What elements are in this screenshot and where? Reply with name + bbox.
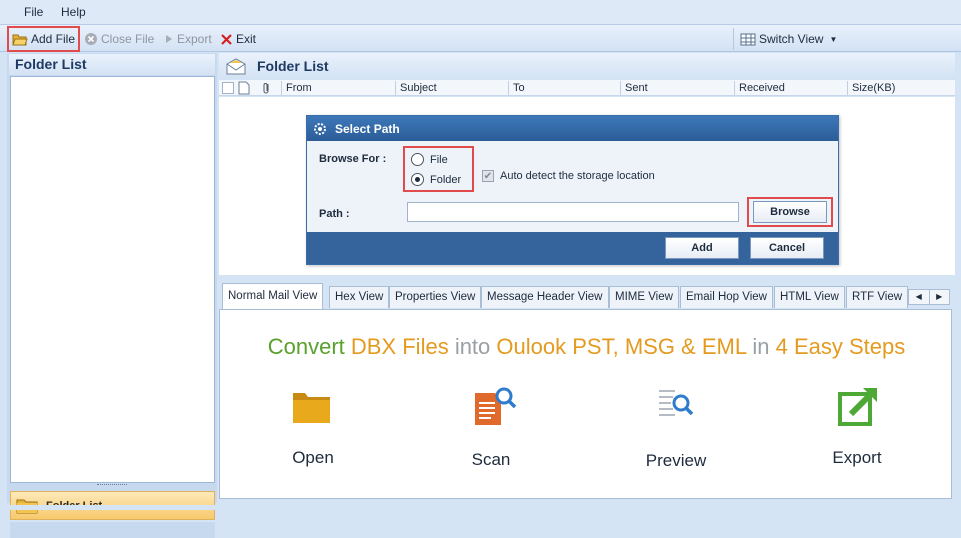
normal-mail-view-content: Convert DBX Files into Oulook PST, MSG &… — [219, 309, 952, 499]
browse-for-options: File Folder — [403, 146, 474, 192]
tab-email-hop-view[interactable]: Email Hop View — [680, 286, 773, 308]
step-open-label: Open — [292, 448, 334, 467]
dialog-title-bar: Select Path — [307, 116, 838, 141]
promo-convert: Convert — [267, 334, 345, 359]
tab-rtf-view[interactable]: RTF View — [846, 286, 909, 308]
splitter-grip[interactable] — [97, 484, 127, 487]
message-list-header: From Subject To Sent Received Size(KB) — [219, 80, 955, 96]
radio-folder[interactable]: Folder — [411, 173, 461, 186]
export-button[interactable]: Export — [164, 29, 212, 49]
view-tab-strip: Normal Mail View Hex View Properties Vie… — [219, 282, 955, 309]
cancel-button[interactable]: Cancel — [750, 237, 824, 259]
menu-bar: File Help — [0, 0, 961, 24]
checkmark-icon[interactable]: ✔ — [482, 170, 494, 182]
export-step-icon — [838, 387, 878, 426]
left-panel-title: Folder List — [9, 54, 215, 75]
menu-file[interactable]: File — [24, 5, 43, 19]
toolbar-divider — [733, 28, 734, 50]
tab-scroll-right-icon[interactable]: ▶ — [928, 290, 950, 304]
auto-detect-checkbox[interactable]: ✔ Auto detect the storage location — [482, 170, 655, 182]
play-icon — [166, 35, 172, 43]
promo-formats: Oulook PST, MSG & EML — [496, 334, 747, 359]
auto-detect-label: Auto detect the storage location — [500, 170, 655, 182]
select-path-dialog: Select Path Browse For : File Folder ✔ A… — [306, 115, 839, 265]
select-all-checkbox[interactable] — [222, 82, 234, 94]
settings-icon — [314, 122, 326, 135]
left-folder-panel: Folder List Folder List — [7, 53, 217, 538]
tab-hex-view[interactable]: Hex View — [329, 286, 390, 308]
right-main-panel: Folder List From Subject To Sent Receive… — [219, 53, 955, 503]
attachment-icon — [263, 83, 269, 94]
browse-button-highlight: Browse — [747, 197, 833, 227]
exit-button[interactable]: Exit — [220, 29, 256, 49]
status-bar — [0, 505, 961, 510]
menu-help[interactable]: Help — [61, 5, 86, 19]
exit-label: Exit — [236, 32, 257, 46]
promo-dbx: DBX Files — [350, 334, 449, 359]
envelope-icon — [226, 58, 246, 75]
right-panel-title: Folder List — [257, 58, 329, 74]
promo-in: in — [752, 334, 770, 359]
scan-document-step-icon — [475, 387, 517, 425]
open-folder-icon — [12, 34, 28, 46]
preview-step-icon — [659, 390, 694, 416]
open-folder-step-icon — [293, 393, 330, 423]
dialog-footer: Add Cancel — [307, 232, 838, 264]
col-received[interactable]: Received — [734, 81, 847, 95]
col-size[interactable]: Size(KB) — [847, 81, 955, 95]
add-file-button[interactable]: Add File — [7, 26, 80, 52]
radio-file[interactable]: File — [411, 153, 448, 166]
grid-view-icon — [740, 33, 756, 45]
left-panel-footer — [10, 522, 215, 538]
browse-for-label: Browse For : — [319, 153, 387, 165]
tab-message-header-view[interactable]: Message Header View — [481, 286, 609, 308]
col-from[interactable]: From — [281, 81, 395, 95]
path-input[interactable] — [407, 202, 739, 222]
toolbar: Add File Close File Export Exit Switch V… — [0, 24, 961, 52]
step-scan-label: Scan — [471, 450, 511, 469]
col-subject[interactable]: Subject — [395, 81, 507, 95]
radio-file-circle[interactable] — [411, 153, 424, 166]
browse-button[interactable]: Browse — [753, 201, 827, 223]
export-label: Export — [177, 32, 212, 46]
col-sent[interactable]: Sent — [620, 81, 734, 95]
dropdown-arrow-icon: ▼ — [829, 34, 838, 44]
close-circle-icon — [85, 33, 97, 45]
add-file-label: Add File — [31, 32, 76, 46]
tab-scroller: ◀ ▶ — [908, 289, 950, 305]
close-file-label: Close File — [101, 32, 155, 46]
radio-folder-circle[interactable] — [411, 173, 424, 186]
step-export-label: Export — [832, 448, 882, 467]
col-to[interactable]: To — [508, 81, 620, 95]
switch-view-button[interactable]: Switch View ▼ — [740, 29, 837, 49]
tab-html-view[interactable]: HTML View — [774, 286, 845, 308]
step-preview-label: Preview — [645, 451, 707, 470]
promo-headline: Convert DBX Files into Oulook PST, MSG &… — [220, 334, 953, 360]
path-label: Path : — [319, 208, 350, 220]
tab-scroll-left-icon[interactable]: ◀ — [909, 290, 929, 304]
right-panel-header: Folder List — [219, 53, 955, 79]
tab-properties-view[interactable]: Properties View — [389, 286, 482, 308]
tab-mime-view[interactable]: MIME View — [609, 286, 679, 308]
switch-view-label: Switch View — [759, 32, 824, 46]
dialog-title: Select Path — [335, 121, 400, 136]
radio-file-label: File — [430, 153, 448, 166]
promo-steps: 4 Easy Steps — [775, 334, 906, 359]
exit-x-icon — [221, 33, 232, 45]
document-icon — [238, 81, 250, 95]
radio-folder-label: Folder — [430, 173, 462, 186]
tab-normal-mail-view[interactable]: Normal Mail View — [222, 283, 324, 309]
add-button[interactable]: Add — [665, 237, 739, 259]
close-file-button[interactable]: Close File — [84, 29, 154, 49]
promo-into: into — [454, 334, 491, 359]
folder-tree[interactable] — [10, 76, 215, 483]
